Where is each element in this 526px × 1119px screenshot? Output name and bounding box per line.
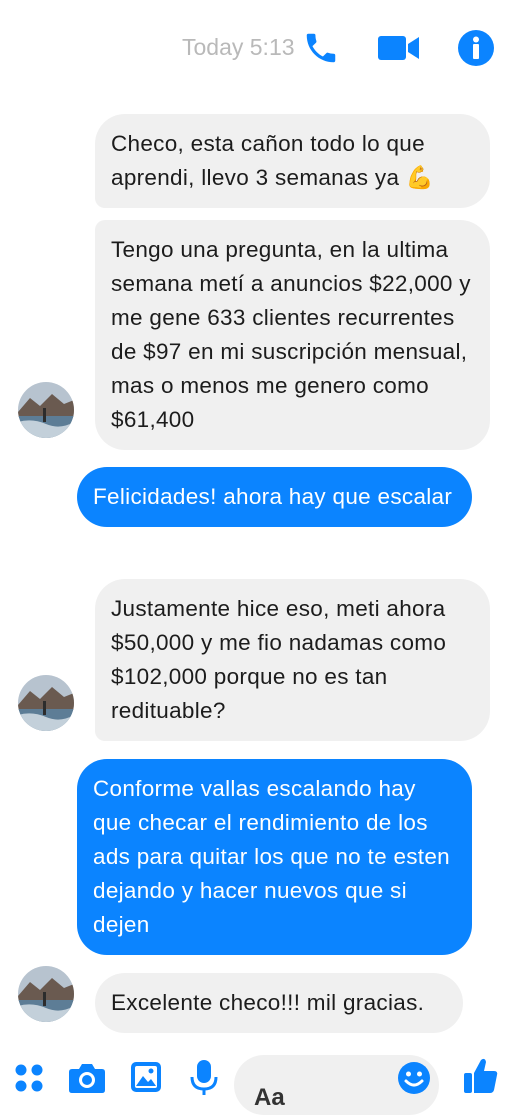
info-icon[interactable] [457, 29, 495, 67]
apps-icon[interactable] [14, 1063, 44, 1093]
message-bubble-incoming[interactable]: Justamente hice eso, meti ahora $50,000 … [95, 579, 490, 741]
message-text: Checo, esta cañon todo lo que aprendi, l… [111, 131, 435, 190]
message-bubble-outgoing[interactable]: Conforme vallas escalando hay que checar… [77, 759, 472, 955]
camera-icon[interactable] [68, 1062, 106, 1094]
message-text: Justamente hice eso, meti ahora $50,000 … [111, 596, 447, 723]
microphone-icon[interactable] [189, 1059, 219, 1097]
message-bubble-incoming[interactable]: Tengo una pregunta, en la ultima semana … [95, 220, 490, 450]
message-bubble-incoming[interactable]: Checo, esta cañon todo lo que aprendi, l… [95, 114, 490, 208]
conversation-header: Today 5:13 [0, 0, 526, 96]
phone-icon[interactable] [302, 29, 340, 67]
message-text: Tengo una pregunta, en la ultima semana … [111, 237, 471, 432]
input-placeholder: Aa [254, 1084, 285, 1111]
message-bubble-outgoing[interactable]: Felicidades! ahora hay que escalar [77, 467, 472, 527]
avatar-photo [18, 675, 74, 731]
avatar-photo [18, 966, 74, 1022]
message-text: Felicidades! ahora hay que escalar [93, 484, 453, 509]
avatar[interactable] [18, 675, 74, 731]
video-camera-icon[interactable] [378, 33, 420, 63]
avatar-photo [18, 382, 74, 438]
message-text: Excelente checo!!! mil gracias. [111, 990, 425, 1015]
emoji-icon[interactable] [397, 1061, 431, 1095]
thumbs-up-icon[interactable] [463, 1057, 499, 1095]
message-composer: Aa [0, 1045, 526, 1119]
gallery-icon[interactable] [130, 1061, 162, 1093]
avatar[interactable] [18, 382, 74, 438]
message-bubble-incoming[interactable]: Excelente checo!!! mil gracias. [95, 973, 463, 1033]
timestamp: Today 5:13 [182, 34, 295, 60]
message-text: Conforme vallas escalando hay que checar… [93, 776, 450, 937]
avatar[interactable] [18, 966, 74, 1022]
